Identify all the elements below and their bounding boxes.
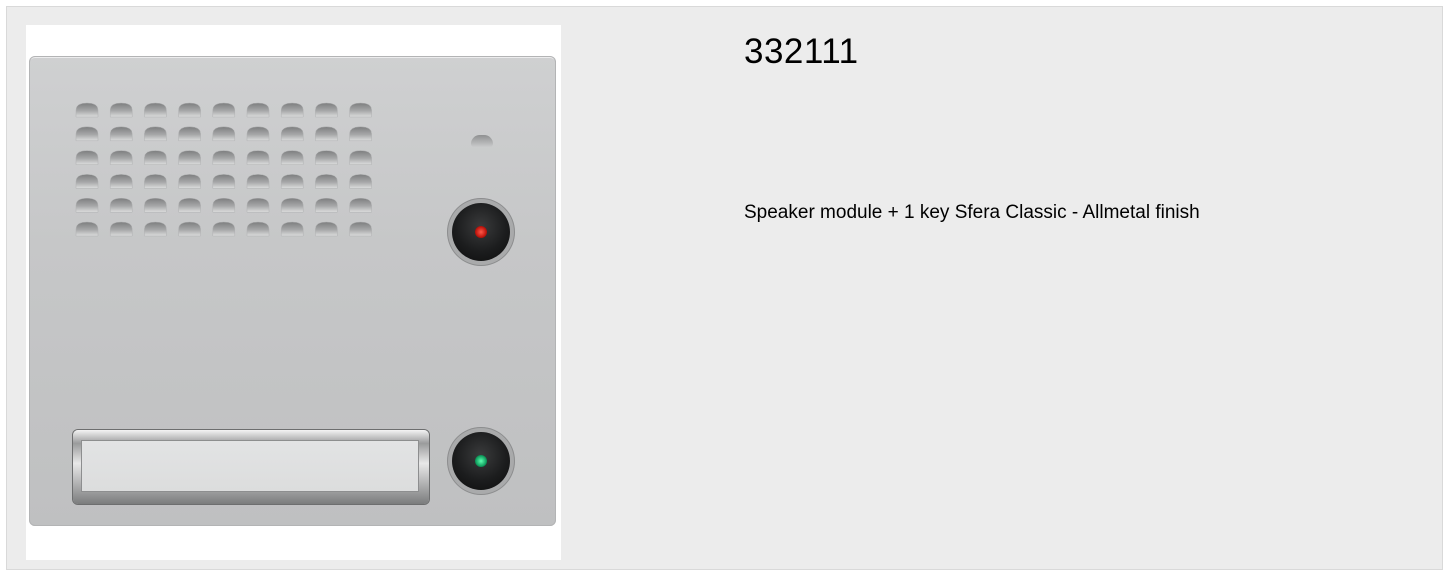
grille-hole [349,150,372,165]
grille-hole [280,126,304,142]
grille-hole [144,126,167,142]
grille-hole [178,126,201,142]
grille-hole [75,126,99,142]
grille-hole [246,102,270,118]
grille-hole [349,197,372,213]
grille-hole [178,174,201,189]
product-description: Speaker module + 1 key Sfera Classic - A… [744,202,1200,223]
grille-hole [280,102,304,118]
grille-hole [144,102,167,118]
name-plate-label-area [81,440,419,492]
grille-hole [212,126,236,142]
grille-hole [109,221,133,237]
call-button[interactable] [452,432,510,490]
grille-hole [75,221,99,237]
grille-hole [315,174,338,189]
grille-hole [75,102,99,118]
grille-hole [212,174,236,189]
grille-hole [144,174,167,189]
grille-hole [246,126,270,142]
grille-hole [75,174,99,189]
grille-hole [246,197,270,213]
grille-hole [315,150,338,165]
grille-hole [315,197,338,213]
grille-hole [280,150,304,165]
grille-hole [178,102,201,118]
grille-hole [212,221,236,237]
grille-hole [109,197,133,213]
speaker-module-panel [29,56,556,526]
grille-hole [178,221,201,237]
grille-hole [109,150,133,165]
status-led-indicator [452,203,510,261]
grille-hole [246,150,270,165]
grille-hole [349,102,372,118]
grille-hole [144,197,167,213]
grille-hole [75,197,99,213]
grille-hole [144,221,167,237]
grille-hole [109,126,133,142]
grille-hole [178,197,201,213]
grille-hole [212,102,236,118]
grille-hole [315,102,338,118]
grille-hole [280,174,304,189]
name-plate [73,430,429,504]
grille-hole [349,221,372,237]
grille-hole [109,174,133,189]
microphone-icon [471,135,493,147]
grille-hole [280,221,304,237]
grille-hole [75,150,99,165]
grille-hole [178,150,201,165]
grille-hole [212,150,236,165]
red-led-icon [475,226,487,238]
grille-hole [109,102,133,118]
grille-hole [349,174,372,189]
green-led-icon [475,455,487,467]
grille-hole [280,197,304,213]
product-image [26,25,561,560]
grille-hole [349,126,372,142]
grille-hole [212,197,236,213]
grille-hole [246,221,270,237]
grille-hole [246,174,270,189]
grille-hole [315,221,338,237]
product-code: 332111 [744,32,859,71]
product-card: 332111 Speaker module + 1 key Sfera Clas… [6,6,1443,570]
grille-hole [315,126,338,142]
grille-hole [144,150,167,165]
